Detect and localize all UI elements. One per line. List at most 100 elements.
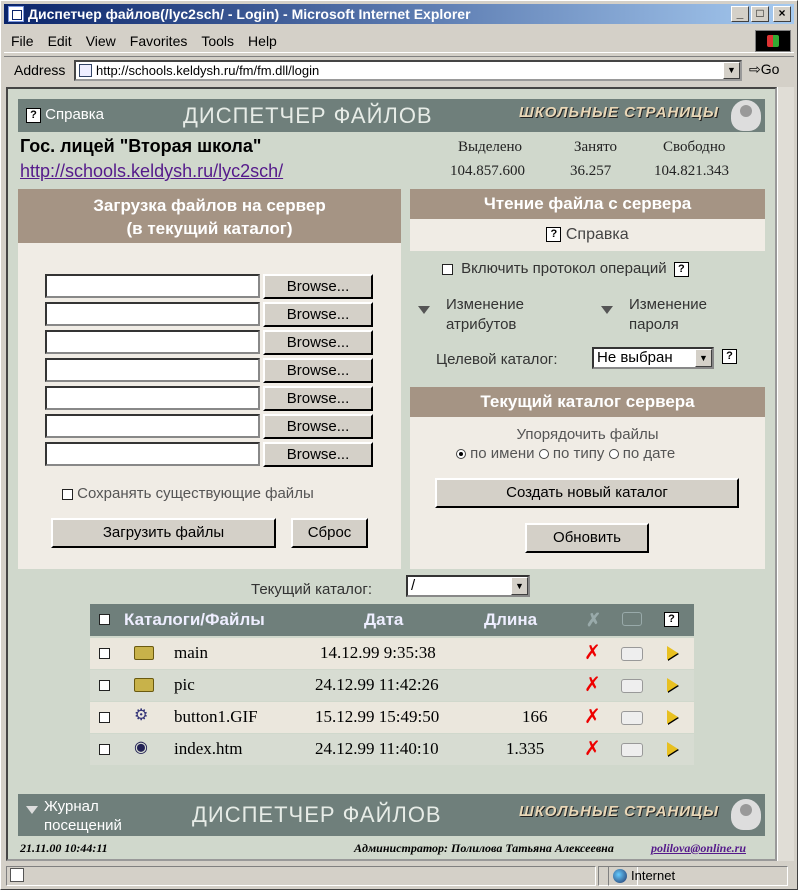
file-input-2[interactable] (45, 302, 260, 326)
menu-bar: File Edit View Favorites Tools Help (4, 29, 794, 53)
delete-icon[interactable]: ✗ (584, 672, 601, 696)
sort-by-name-radio[interactable] (456, 449, 466, 460)
refresh-button[interactable]: Обновить (525, 523, 649, 553)
admin-email-link[interactable]: polilova@online.ru (651, 841, 746, 856)
change-attributes-link[interactable]: Изменение атрибутов (418, 295, 524, 335)
row-date: 15.12.99 15:49:50 (315, 707, 440, 726)
sort-by-type-label: по типу (552, 445, 605, 462)
file-input-1[interactable] (45, 274, 260, 298)
dropdown-triangle-icon (601, 306, 613, 314)
dropdown-triangle-icon (418, 306, 430, 314)
open-arrow-icon[interactable] (667, 742, 678, 756)
table-row: ◉ index.htm 24.12.99 11:40:10 1.335 ✗ (90, 734, 694, 765)
help-icon[interactable]: ? (673, 261, 689, 277)
browse-button-5[interactable]: Browse... (263, 386, 373, 411)
menu-file[interactable]: File (4, 29, 41, 53)
address-dropdown-button[interactable]: ▼ (723, 62, 740, 79)
row-checkbox[interactable] (99, 744, 110, 755)
attributes-icon[interactable] (621, 679, 643, 693)
row-checkbox[interactable] (99, 680, 110, 691)
folder-icon (134, 678, 154, 692)
used-label: Занято (574, 139, 617, 155)
delete-icon[interactable]: ✗ (584, 704, 601, 728)
read-help-link[interactable]: ? Справка (410, 219, 765, 251)
reset-button[interactable]: Сброс (291, 518, 368, 548)
file-input-5[interactable] (45, 386, 260, 410)
select-all-checkbox[interactable] (99, 614, 110, 625)
upload-button[interactable]: Загрузить файлы (51, 518, 276, 548)
menu-edit[interactable]: Edit (41, 29, 79, 53)
menu-view[interactable]: View (79, 29, 123, 53)
change-password-link[interactable]: Изменение пароля (601, 295, 707, 335)
visit-log-link[interactable]: Журнал посещений (26, 797, 122, 835)
row-checkbox[interactable] (99, 712, 110, 723)
log-option[interactable]: Включить протокол операций ? (442, 260, 689, 277)
file-input-7[interactable] (45, 442, 260, 466)
upload-panel-header: Загрузка файлов на сервер (в текущий кат… (18, 189, 401, 243)
create-dir-button[interactable]: Создать новый каталог (435, 478, 739, 508)
table-row: pic 24.12.99 11:42:26 ✗ (90, 670, 694, 701)
keep-files-checkbox[interactable] (62, 488, 73, 500)
ie-page-icon (8, 6, 24, 22)
file-input-3[interactable] (45, 330, 260, 354)
address-input[interactable]: http://schools.keldysh.ru/fm/fm.dll/logi… (74, 60, 742, 81)
minimize-button[interactable]: _ (731, 6, 749, 22)
help-icon[interactable]: ? (722, 349, 737, 364)
file-input-4[interactable] (45, 358, 260, 382)
chevron-down-icon[interactable]: ▼ (511, 577, 528, 595)
browse-button-3[interactable]: Browse... (263, 330, 373, 355)
target-dir-select[interactable]: Не выбран ▼ (592, 347, 714, 369)
open-arrow-icon[interactable] (667, 646, 678, 660)
attributes-icon[interactable] (621, 711, 643, 725)
file-input-6[interactable] (45, 414, 260, 438)
browse-button-6[interactable]: Browse... (263, 414, 373, 439)
sort-by-type-radio[interactable] (538, 449, 549, 460)
help-icon[interactable]: ? (664, 612, 679, 627)
attributes-icon[interactable] (621, 647, 643, 661)
gif-file-icon: ⚙ (134, 707, 149, 724)
html-file-icon: ◉ (134, 739, 148, 756)
used-value: 36.257 (570, 163, 612, 179)
log-checkbox[interactable] (442, 263, 453, 275)
school-pages-logo: ШКОЛЬНЫЕ СТРАНИЦЫ (519, 104, 719, 121)
delete-icon[interactable]: ✗ (584, 736, 601, 760)
vertical-scrollbar[interactable] (777, 87, 794, 861)
delete-icon[interactable]: ✗ (584, 640, 601, 664)
current-dir-select[interactable]: / ▼ (406, 575, 530, 597)
attributes-icon[interactable] (621, 743, 643, 757)
menu-help[interactable]: Help (241, 29, 284, 53)
browse-button-7[interactable]: Browse... (263, 442, 373, 467)
zone-label: Internet (631, 868, 676, 883)
address-bar: Address http://schools.keldysh.ru/fm/fm.… (4, 56, 794, 84)
go-button[interactable]: ⇨Go (749, 61, 779, 78)
row-name-link[interactable]: button1.GIF (174, 707, 258, 727)
keep-files-label: Сохранять существующие файлы (77, 485, 314, 502)
folder-icon (134, 646, 154, 660)
upload-title-2: (в текущий каталог) (126, 219, 293, 238)
school-url-link[interactable]: http://schools.keldysh.ru/lyc2sch/ (20, 161, 283, 182)
menu-tools[interactable]: Tools (194, 29, 241, 53)
close-button[interactable]: × (773, 6, 791, 22)
browse-button-4[interactable]: Browse... (263, 358, 373, 383)
header-bar: ? Справка ДИСПЕТЧЕР ФАЙЛОВ ШКОЛЬНЫЕ СТРА… (18, 99, 765, 132)
row-name-link[interactable]: main (174, 643, 208, 663)
status-main (6, 866, 596, 886)
chevron-down-icon[interactable]: ▼ (695, 349, 712, 367)
sort-by-date-radio[interactable] (608, 449, 619, 460)
row-checkbox[interactable] (99, 648, 110, 659)
keep-files-option[interactable]: Сохранять существующие файлы (62, 485, 314, 502)
row-name-link[interactable]: index.htm (174, 739, 242, 759)
open-arrow-icon[interactable] (667, 710, 678, 724)
row-length: 1.335 (506, 739, 545, 758)
row-name-link[interactable]: pic (174, 675, 195, 695)
free-value: 104.821.343 (654, 163, 729, 179)
maximize-button[interactable]: □ (751, 6, 769, 22)
journal-label-2: посещений (44, 817, 122, 834)
open-arrow-icon[interactable] (667, 678, 678, 692)
menu-favorites[interactable]: Favorites (123, 29, 195, 53)
browse-button-1[interactable]: Browse... (263, 274, 373, 299)
help-link[interactable]: ? Справка (26, 106, 104, 123)
browse-button-2[interactable]: Browse... (263, 302, 373, 327)
school-pages-logo: ШКОЛЬНЫЕ СТРАНИЦЫ (519, 803, 719, 820)
footer-bar: Журнал посещений ДИСПЕТЧЕР ФАЙЛОВ ШКОЛЬН… (18, 794, 765, 836)
